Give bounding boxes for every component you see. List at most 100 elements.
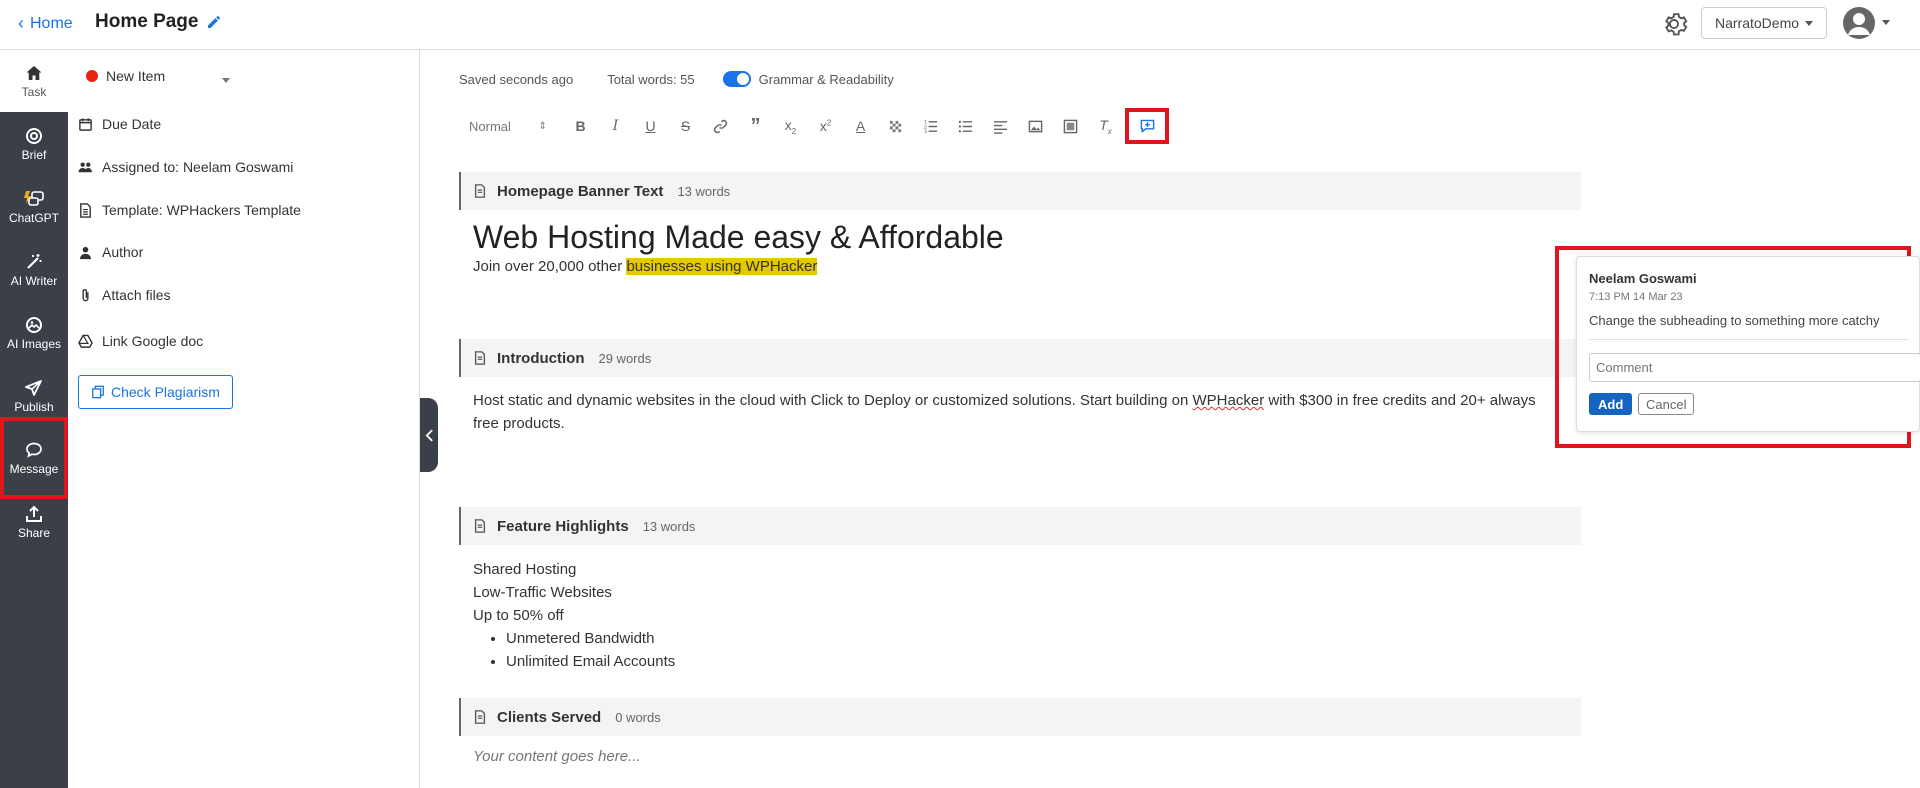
link-icon: [713, 119, 728, 133]
comment-input[interactable]: [1589, 353, 1920, 382]
banner-heading[interactable]: Web Hosting Made easy & Affordable: [473, 219, 1004, 256]
saved-status: Saved seconds ago: [459, 71, 574, 87]
superscript-button[interactable]: x2: [808, 113, 843, 139]
grammar-toggle-label: Grammar & Readability: [758, 71, 894, 87]
background-color-button[interactable]: [878, 113, 913, 139]
bullet-list-button[interactable]: [948, 113, 983, 139]
section-clients-served[interactable]: Clients Served 0 words: [459, 698, 1581, 736]
font-color-button[interactable]: A: [843, 113, 878, 139]
avatar-chevron-down-icon[interactable]: [1882, 20, 1890, 25]
assigned-to-field[interactable]: Assigned to: Neelam Goswami: [78, 159, 293, 175]
due-date-field[interactable]: Due Date: [78, 116, 161, 132]
document-icon: [474, 519, 486, 533]
font-color-icon: A: [855, 118, 866, 134]
blockquote-button[interactable]: ”: [738, 113, 773, 139]
rail-item-ai-images[interactable]: AI Images: [0, 302, 68, 364]
section-title: Introduction: [497, 349, 585, 367]
chevron-down-icon: [1805, 20, 1814, 26]
user-avatar-icon[interactable]: [1843, 7, 1875, 39]
status-label: New Item: [106, 68, 166, 84]
align-left-icon: [993, 120, 1008, 134]
comment-author: Neelam Goswami: [1589, 271, 1697, 286]
intro-text-b: with $300 in free credits and 20+ always: [1264, 392, 1536, 409]
google-drive-icon: [78, 334, 93, 348]
page-title: Home Page: [95, 11, 222, 33]
section-feature-highlights[interactable]: Feature Highlights 13 words: [459, 507, 1581, 545]
subscript-button[interactable]: x2: [773, 113, 808, 139]
superscript-icon: x2: [819, 118, 832, 134]
commented-highlight[interactable]: businesses using WPHacker: [626, 258, 818, 275]
link-google-doc-field[interactable]: Link Google doc: [78, 333, 203, 349]
user-icon: [79, 246, 92, 259]
comment-timestamp: 7:13 PM 14 Mar 23: [1589, 291, 1683, 303]
section-title: Homepage Banner Text: [497, 182, 664, 200]
back-home-link[interactable]: ‹ Home: [18, 13, 73, 34]
italic-icon: I: [612, 118, 619, 134]
section-homepage-banner[interactable]: Homepage Banner Text 13 words: [459, 172, 1581, 210]
check-plagiarism-button[interactable]: Check Plagiarism: [78, 375, 233, 409]
feature-bullets[interactable]: Unmetered Bandwidth Unlimited Email Acco…: [506, 627, 675, 673]
account-dropdown[interactable]: NarratoDemo: [1701, 7, 1828, 39]
list-item: Unmetered Bandwidth: [506, 627, 675, 650]
rail-item-share[interactable]: Share: [0, 491, 68, 553]
rail-item-task[interactable]: Task: [0, 50, 68, 112]
feature-lines[interactable]: Shared Hosting Low-Traffic Websites Up t…: [473, 558, 612, 627]
magic-wand-icon: [27, 253, 42, 269]
bold-button[interactable]: B: [563, 113, 598, 139]
bullet-list-icon: [958, 120, 973, 132]
rail-label: ChatGPT: [8, 210, 59, 225]
rail-label: Brief: [21, 147, 47, 162]
gear-icon[interactable]: [1660, 10, 1688, 38]
status-chevron-down-icon[interactable]: [222, 78, 230, 83]
page-title-text: Home Page: [95, 11, 199, 32]
rail-item-chatgpt[interactable]: ChatGPT: [0, 176, 68, 238]
subheading-text: Join over 20,000 other: [473, 258, 627, 275]
underline-button[interactable]: U: [633, 113, 668, 139]
chevron-left-icon: ‹: [18, 13, 24, 33]
misspelled-word[interactable]: WPHacker: [1193, 392, 1265, 409]
ordered-list-button[interactable]: 123: [913, 113, 948, 139]
rail-item-message[interactable]: Message: [0, 417, 68, 499]
intro-text-a: Host static and dynamic websites in the …: [473, 392, 1193, 409]
status-dot-icon: [86, 70, 98, 82]
feature-line: Up to 50% off: [473, 607, 564, 624]
image-button[interactable]: [1018, 113, 1053, 139]
clear-format-button[interactable]: Tx: [1088, 113, 1123, 139]
section-introduction[interactable]: Introduction 29 words: [459, 339, 1581, 377]
share-upload-icon: [26, 505, 42, 522]
attach-files-field[interactable]: Attach files: [78, 287, 170, 303]
introduction-paragraph[interactable]: Host static and dynamic websites in the …: [473, 389, 1573, 435]
align-button[interactable]: [983, 113, 1018, 139]
paper-plane-icon: [25, 379, 42, 396]
rail-label: Task: [21, 84, 47, 99]
feature-line: Shared Hosting: [473, 561, 577, 578]
document-icon: [474, 351, 486, 365]
grammar-toggle[interactable]: [722, 71, 751, 87]
message-icon: [26, 442, 42, 458]
content-placeholder[interactable]: Your content goes here...: [473, 748, 641, 765]
strikethrough-icon: S: [680, 118, 691, 134]
checkerboard-icon: [889, 120, 902, 132]
cancel-comment-button[interactable]: Cancel: [1638, 393, 1695, 415]
pencil-icon[interactable]: [206, 14, 222, 30]
strikethrough-button[interactable]: S: [668, 113, 703, 139]
add-comment-submit-button[interactable]: Add: [1589, 393, 1633, 415]
add-comment-button[interactable]: [1125, 108, 1169, 144]
chat-bubbles-icon: [24, 190, 44, 206]
template-field[interactable]: Template: WPHackers Template: [78, 202, 301, 218]
section-word-count: 29 words: [598, 350, 652, 366]
format-select[interactable]: Normal ⇕: [469, 119, 555, 134]
users-icon: [78, 162, 93, 172]
collapse-panel-button[interactable]: [420, 398, 438, 472]
status-dropdown[interactable]: New Item: [86, 68, 165, 84]
document-icon: [80, 202, 91, 218]
rail-item-ai-writer[interactable]: AI Writer: [0, 239, 68, 301]
rail-item-brief[interactable]: Brief: [0, 113, 68, 175]
video-button[interactable]: [1053, 113, 1088, 139]
italic-button[interactable]: I: [598, 113, 633, 139]
author-field[interactable]: Author: [78, 244, 143, 260]
banner-subheading[interactable]: Join over 20,000 other businesses using …: [473, 255, 818, 278]
check-plagiarism-label: Check Plagiarism: [111, 384, 220, 400]
link-button[interactable]: [703, 113, 738, 139]
due-date-label: Due Date: [102, 116, 162, 132]
